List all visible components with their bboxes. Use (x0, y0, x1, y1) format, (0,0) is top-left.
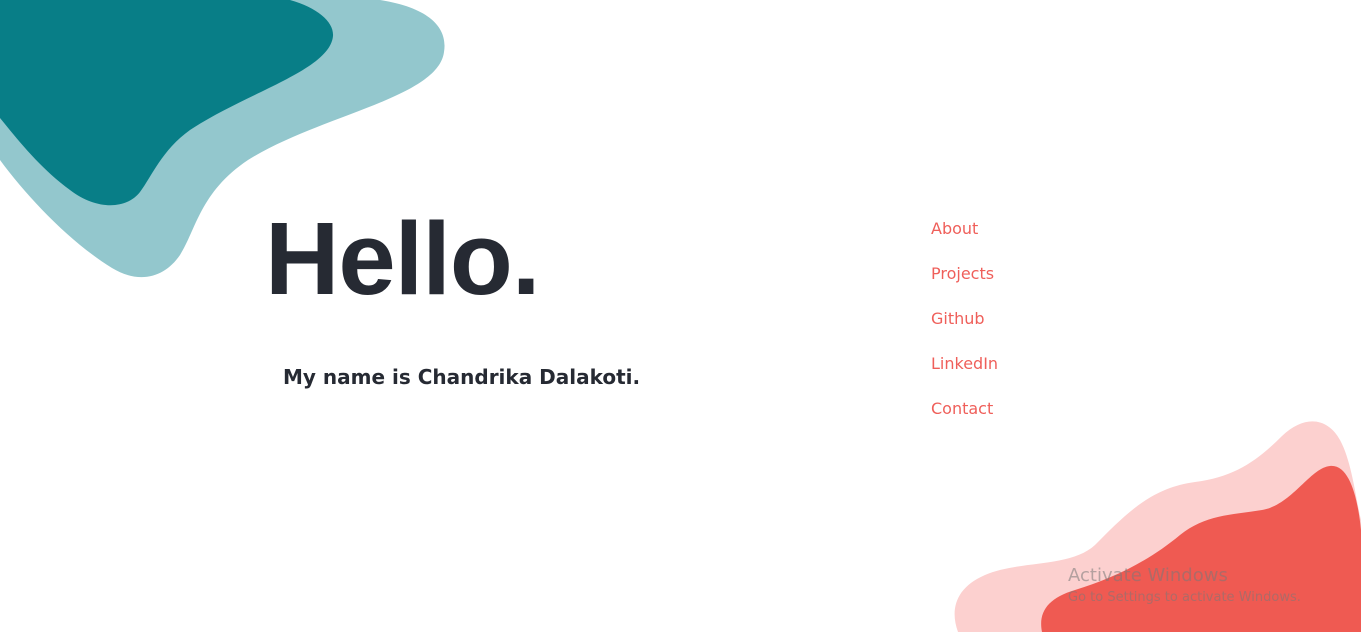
portfolio-page: Hello. My name is Chandrika Dalakoti. Ab… (0, 0, 1361, 632)
nav-item-linkedin: LinkedIn (931, 353, 998, 398)
nav-item-contact: Contact (931, 398, 998, 443)
nav-link-linkedin[interactable]: LinkedIn (931, 354, 998, 373)
hero-title: Hello. (265, 201, 540, 316)
hero-subtitle: My name is Chandrika Dalakoti. (283, 365, 641, 389)
bottom-right-blob-decoration (954, 421, 1361, 632)
nav-item-github: Github (931, 308, 998, 353)
nav-item-projects: Projects (931, 263, 998, 308)
nav-item-about: About (931, 218, 998, 263)
nav-link-projects[interactable]: Projects (931, 264, 994, 283)
nav-menu: About Projects Github LinkedIn Contact (931, 218, 998, 443)
nav-link-contact[interactable]: Contact (931, 399, 993, 418)
nav-link-about[interactable]: About (931, 219, 978, 238)
nav-link-github[interactable]: Github (931, 309, 985, 328)
